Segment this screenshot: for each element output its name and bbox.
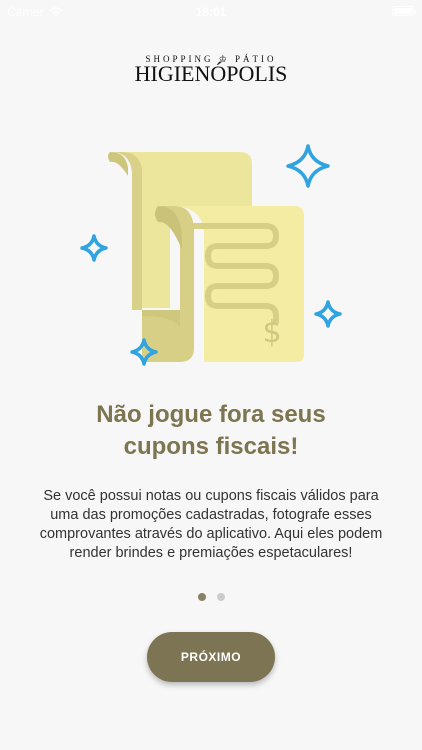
page-dot[interactable] <box>216 593 225 601</box>
dollar-icon: $ <box>262 315 281 350</box>
battery-icon <box>392 6 416 16</box>
page-indicator <box>0 593 422 601</box>
logo-name: HIGIENÓPOLIS <box>134 61 288 86</box>
sparkle-icon <box>286 144 330 188</box>
headline-line-2: cupons fiscais! <box>123 433 299 460</box>
receipt-illustration: $ <box>80 144 342 366</box>
sparkle-icon <box>314 300 342 328</box>
page-dot-active[interactable] <box>197 593 206 601</box>
status-bar: Carrier 18:01 <box>0 0 422 22</box>
sparkle-icon <box>80 234 108 262</box>
status-time: 18:01 <box>195 5 227 19</box>
mall-logo: SHOPPING ♔ PÁTIO HIGIENÓPOLIS <box>0 54 422 86</box>
next-button[interactable]: PRÓXIMO <box>147 632 275 682</box>
onboarding-headline: Não jogue fora seus cupons fiscais! <box>40 399 382 463</box>
headline-line-1: Não jogue fora seus <box>96 401 326 428</box>
onboarding-description: Se você possui notas ou cupons fiscais v… <box>39 488 383 561</box>
